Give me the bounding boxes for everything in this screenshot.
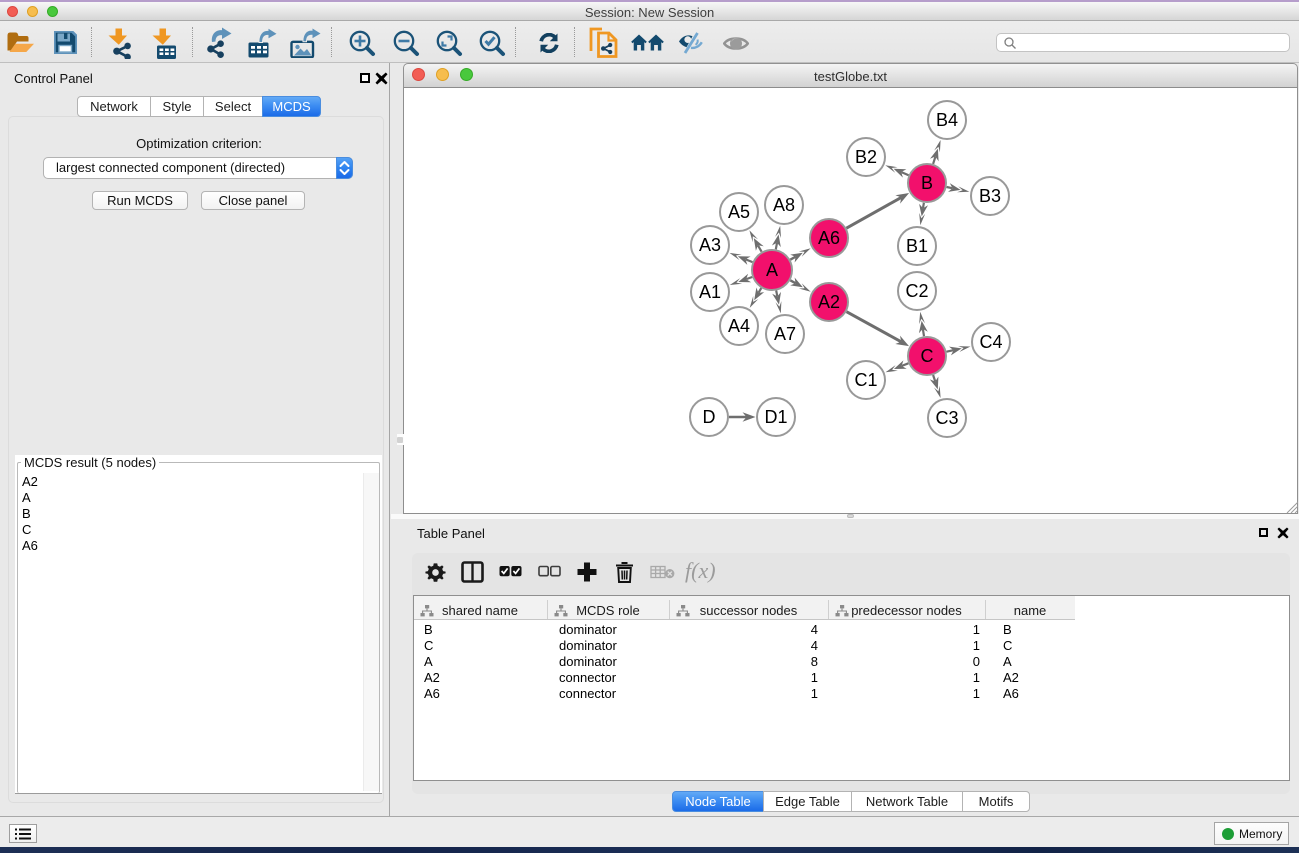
svg-text:B4: B4: [936, 110, 958, 130]
svg-text:A: A: [766, 260, 778, 280]
svg-text:D: D: [703, 407, 716, 427]
svg-text:C: C: [921, 346, 934, 366]
svg-text:A7: A7: [774, 324, 796, 344]
svg-text:A6: A6: [818, 228, 840, 248]
svg-text:B2: B2: [855, 147, 877, 167]
svg-text:B: B: [921, 173, 933, 193]
svg-text:C3: C3: [935, 408, 958, 428]
svg-text:A5: A5: [728, 202, 750, 222]
svg-text:A1: A1: [699, 282, 721, 302]
svg-text:A3: A3: [699, 235, 721, 255]
svg-text:C2: C2: [905, 281, 928, 301]
svg-text:B1: B1: [906, 236, 928, 256]
svg-text:A4: A4: [728, 316, 750, 336]
svg-text:A2: A2: [818, 292, 840, 312]
svg-text:C4: C4: [979, 332, 1002, 352]
svg-text:A8: A8: [773, 195, 795, 215]
svg-text:D1: D1: [764, 407, 787, 427]
svg-text:C1: C1: [854, 370, 877, 390]
svg-text:B3: B3: [979, 186, 1001, 206]
